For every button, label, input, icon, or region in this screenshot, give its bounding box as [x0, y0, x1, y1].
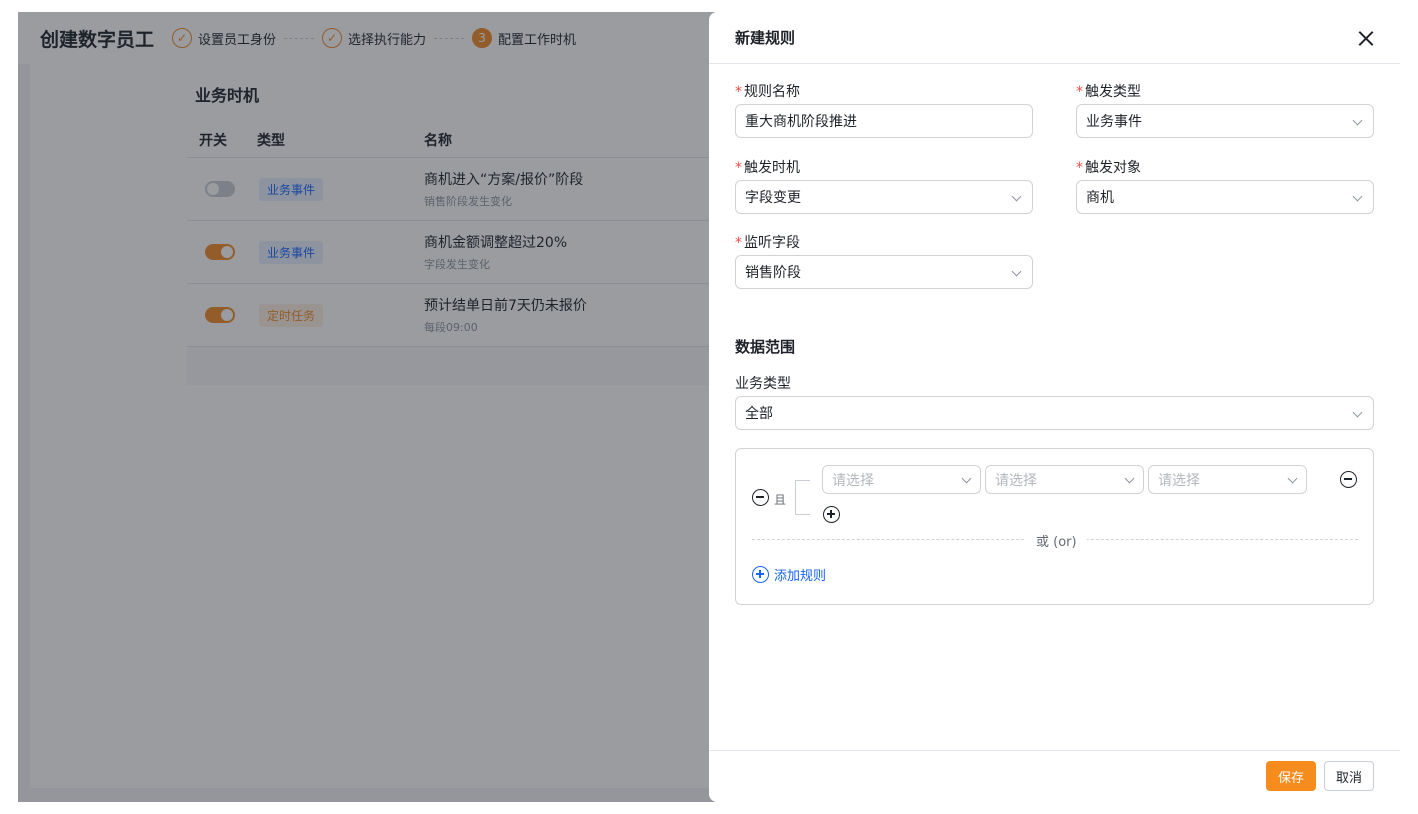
chevron-down-icon: [961, 473, 972, 484]
group-bracket: [795, 480, 810, 515]
condition-value-select[interactable]: 请选择: [1148, 465, 1307, 494]
field-label: 触发对象: [1085, 160, 1141, 176]
or-label: 或 (or): [1026, 531, 1087, 550]
condition-group: 且 请选择 请选择 请选择 或 (or) 添加规则: [735, 448, 1374, 605]
trigger-object-field: * 触发对象 商机: [1076, 158, 1374, 214]
add-condition-icon[interactable]: [823, 506, 840, 523]
rule-name-input[interactable]: 重大商机阶段推进: [735, 104, 1033, 138]
business-type-field: 业务类型 全部: [735, 374, 1374, 430]
cancel-button[interactable]: 取消: [1324, 761, 1374, 791]
select-placeholder: 请选择: [832, 472, 874, 489]
drawer-title: 新建规则: [735, 29, 796, 47]
new-rule-drawer: 新建规则 * 规则名称 重大商机阶段推进 * 触发类型 业务事件 * 触发时机 字段变…: [709, 12, 1400, 802]
field-label: 业务类型: [735, 376, 791, 392]
required-mark: *: [735, 235, 742, 251]
select-placeholder: 请选择: [995, 472, 1037, 489]
field-label: 触发时机: [744, 160, 800, 176]
drawer-header: 新建规则: [709, 12, 1400, 64]
chevron-down-icon: [1352, 191, 1363, 202]
trigger-timing-field: * 触发时机 字段变更: [735, 158, 1033, 214]
chevron-down-icon: [1287, 473, 1298, 484]
remove-condition-icon[interactable]: [1340, 471, 1357, 488]
chevron-down-icon: [1011, 191, 1022, 202]
drawer-footer: 保存 取消: [709, 750, 1400, 802]
required-mark: *: [735, 160, 742, 176]
listen-field-select[interactable]: 销售阶段: [735, 255, 1033, 289]
select-value: 商机: [1086, 190, 1114, 206]
and-label: 且: [774, 493, 787, 507]
condition-field-select[interactable]: 请选择: [822, 465, 981, 494]
chevron-down-icon: [1352, 115, 1363, 126]
trigger-type-select[interactable]: 业务事件: [1076, 104, 1374, 138]
condition-operator-select[interactable]: 请选择: [985, 465, 1144, 494]
select-placeholder: 请选择: [1158, 472, 1200, 489]
chevron-down-icon: [1011, 266, 1022, 277]
trigger-object-select[interactable]: 商机: [1076, 180, 1374, 214]
rule-name-field: * 规则名称 重大商机阶段推进: [735, 82, 1033, 138]
business-type-select[interactable]: 全部: [735, 396, 1374, 430]
chevron-down-icon: [1352, 407, 1363, 418]
required-mark: *: [735, 84, 742, 100]
chevron-down-icon: [1124, 473, 1135, 484]
add-rule-button[interactable]: 添加规则: [752, 565, 826, 584]
trigger-type-field: * 触发类型 业务事件: [1076, 82, 1374, 138]
save-button[interactable]: 保存: [1266, 761, 1316, 791]
required-mark: *: [1076, 84, 1083, 100]
field-label: 规则名称: [744, 84, 800, 100]
data-scope-title: 数据范围: [735, 338, 796, 356]
close-icon[interactable]: [1358, 30, 1374, 46]
remove-group-icon[interactable]: [752, 489, 769, 506]
select-value: 全部: [745, 406, 773, 422]
select-value: 字段变更: [745, 190, 801, 206]
plus-circle-icon: [752, 566, 769, 583]
add-rule-label: 添加规则: [774, 569, 827, 584]
field-label: 触发类型: [1085, 84, 1141, 100]
field-label: 监听字段: [744, 235, 800, 251]
listen-field-field: * 监听字段 销售阶段: [735, 233, 1033, 289]
required-mark: *: [1076, 160, 1083, 176]
select-value: 销售阶段: [745, 265, 801, 281]
trigger-timing-select[interactable]: 字段变更: [735, 180, 1033, 214]
select-value: 业务事件: [1086, 114, 1142, 130]
